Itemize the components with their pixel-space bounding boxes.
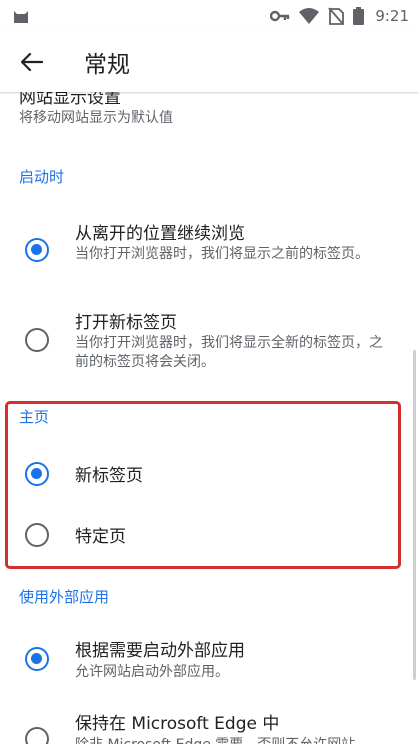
radio-label: 保持在 Microsoft Edge 中: [75, 714, 280, 734]
radio-label: 打开新标签页: [75, 313, 177, 333]
cat-icon: [14, 11, 28, 23]
setting-title: 网站显示设置: [19, 92, 121, 108]
radio-description: 除非 Microsoft Edge 需要，否则不允许网站: [75, 736, 395, 744]
highlight-box: [5, 401, 401, 569]
radio-button-checked[interactable]: [25, 647, 49, 671]
radio-description: 当你打开浏览器时，我们将显示全新的标签页，之前的标签页将会关闭。: [75, 335, 383, 370]
status-bar: 9:21: [0, 0, 419, 32]
setting-subtitle: 将移动网站显示为默认值: [19, 110, 173, 126]
scrollbar[interactable]: [413, 350, 416, 680]
radio-label: 从离开的位置继续浏览: [75, 224, 245, 244]
radio-stay-in-edge[interactable]: 保持在 Microsoft Edge 中 除非 Microsoft Edge 需…: [0, 704, 419, 744]
no-sim-icon: [328, 7, 345, 25]
app-bar: 常规: [0, 32, 419, 92]
section-header-external-apps: 使用外部应用: [19, 588, 110, 606]
key-icon: [270, 10, 290, 22]
radio-continue-where-left[interactable]: 从离开的位置继续浏览 当你打开浏览器时，我们将显示之前的标签页。: [0, 210, 419, 292]
radio-button-checked[interactable]: [25, 238, 49, 262]
radio-open-new-tab[interactable]: 打开新标签页 当你打开浏览器时，我们将显示全新的标签页，之前的标签页将会关闭。: [0, 300, 419, 386]
back-button[interactable]: [0, 32, 64, 92]
radio-label: 根据需要启动外部应用: [75, 641, 245, 661]
radio-launch-external-apps[interactable]: 根据需要启动外部应用 允许网站启动外部应用。: [0, 630, 419, 712]
battery-icon: [353, 7, 365, 25]
radio-description: 当你打开浏览器时，我们将显示之前的标签页。: [75, 246, 369, 262]
radio-button[interactable]: [25, 328, 49, 352]
status-time: 9:21: [375, 7, 409, 25]
radio-button[interactable]: [25, 727, 49, 744]
settings-list[interactable]: 网站显示设置 将移动网站显示为默认值 启动时 从离开的位置继续浏览 当你打开浏览…: [0, 92, 419, 744]
section-header-on-startup: 启动时: [19, 168, 65, 186]
radio-description: 允许网站启动外部应用。: [75, 664, 229, 680]
site-display-setting[interactable]: 网站显示设置 将移动网站显示为默认值: [0, 92, 419, 132]
wifi-icon: [299, 8, 320, 24]
arrow-left-icon: [21, 53, 43, 71]
page-title: 常规: [84, 52, 130, 78]
